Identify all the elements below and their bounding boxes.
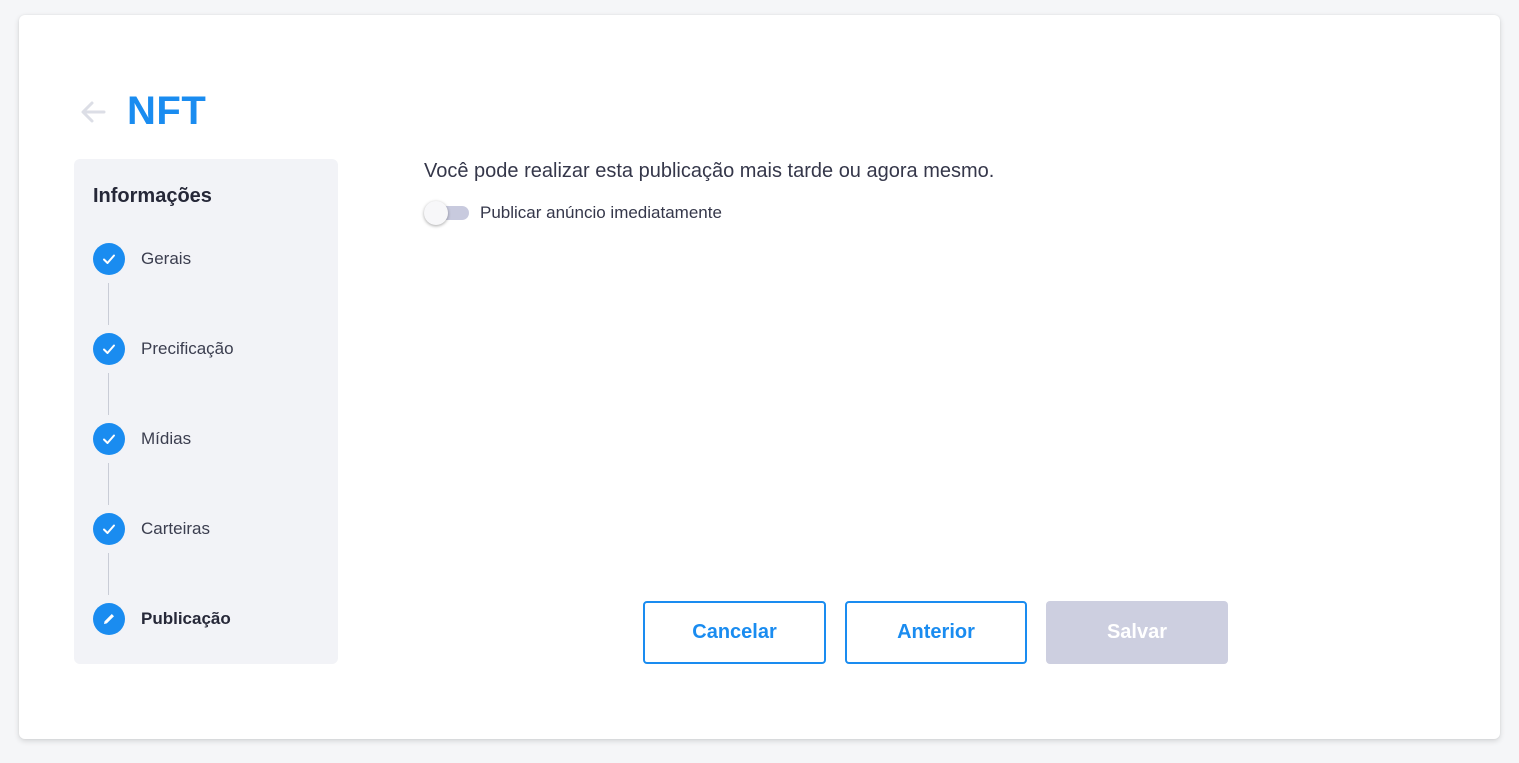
- publish-toggle-row[interactable]: Publicar anúncio imediatamente: [424, 201, 994, 225]
- pencil-icon: [93, 603, 125, 635]
- steps-panel: Informações Gerais Precificação Mídias C…: [74, 159, 338, 664]
- publish-toggle[interactable]: [424, 201, 470, 225]
- page-title: NFT: [127, 89, 207, 133]
- step-gerais[interactable]: Gerais: [93, 243, 191, 275]
- steps-heading: Informações: [93, 185, 212, 207]
- page-header: NFT: [79, 89, 206, 134]
- toggle-label: Publicar anúncio imediatamente: [480, 203, 722, 222]
- instruction-text: Você pode realizar esta publicação mais …: [424, 160, 995, 182]
- step-connector: [108, 373, 109, 415]
- save-button[interactable]: Salvar: [1046, 601, 1228, 664]
- step-connector: [108, 283, 109, 325]
- check-icon: [93, 333, 125, 365]
- form-card: NFT Informações Gerais Precificação Mídi…: [19, 15, 1500, 739]
- step-connector: [108, 553, 109, 595]
- check-icon: [93, 513, 125, 545]
- step-label: Gerais: [141, 249, 192, 268]
- step-midias[interactable]: Mídias: [93, 423, 191, 455]
- previous-button[interactable]: Anterior: [845, 601, 1027, 664]
- step-publicacao[interactable]: Publicação: [93, 603, 231, 635]
- step-label: Precificação: [141, 339, 234, 358]
- step-connector: [108, 463, 109, 505]
- main-content: Você pode realizar esta publicação mais …: [424, 160, 995, 225]
- check-icon: [93, 423, 125, 455]
- step-precificacao[interactable]: Precificação: [93, 333, 234, 365]
- cancel-button[interactable]: Cancelar: [643, 601, 826, 664]
- step-label: Carteiras: [141, 519, 210, 538]
- step-carteiras[interactable]: Carteiras: [93, 513, 210, 545]
- toggle-knob[interactable]: [424, 201, 448, 225]
- arrow-left-icon[interactable]: [79, 98, 107, 126]
- step-label: Mídias: [141, 429, 192, 448]
- check-icon: [93, 243, 125, 275]
- step-label: Publicação: [141, 609, 231, 628]
